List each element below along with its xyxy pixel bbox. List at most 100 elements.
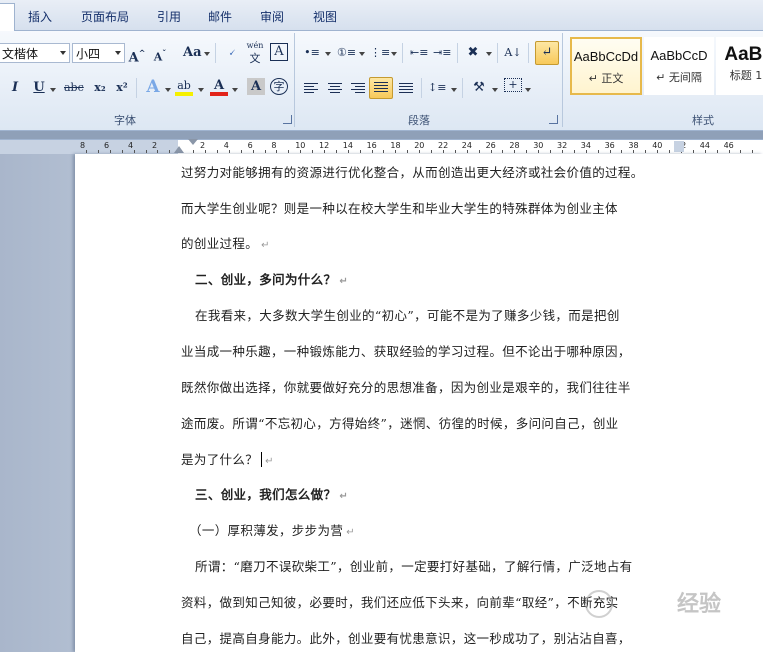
right-indent-icon[interactable]	[674, 141, 684, 152]
style-heading-1[interactable]: AaBl 标题 1	[716, 37, 763, 95]
hanging-indent-icon[interactable]	[174, 146, 184, 153]
chevron-down-icon[interactable]	[525, 88, 531, 92]
enclose-char-button[interactable]: 字	[270, 78, 288, 95]
text-effect-button[interactable]: A	[144, 77, 162, 97]
chevron-down-icon[interactable]	[198, 88, 204, 92]
align-right-button[interactable]	[351, 83, 365, 95]
strikethrough-button[interactable]: abc	[64, 78, 84, 98]
subscript-button[interactable]: x₂	[91, 78, 109, 98]
text-line[interactable]: 是为了什么？ ↵	[181, 449, 274, 468]
chevron-down-icon[interactable]	[486, 52, 492, 56]
chevron-down-icon[interactable]	[115, 51, 121, 55]
divider	[215, 43, 216, 63]
char-border-button[interactable]: A	[270, 43, 288, 61]
first-line-indent-icon[interactable]	[188, 139, 198, 145]
phonetic-guide-button[interactable]: wén 文	[246, 39, 264, 65]
horizontal-ruler[interactable]: 8 6 4 2 2 4 6 8 10 12 14 16 18 20 22 24 26 28 30 32 34 36 38 40…	[0, 139, 763, 155]
subscript-icon: x₂	[94, 81, 106, 94]
ruler-tick	[479, 150, 480, 153]
tab-review[interactable]: 审阅	[260, 8, 284, 25]
char-shading-button[interactable]: A	[247, 78, 265, 95]
align-left-button[interactable]	[304, 83, 318, 95]
ruler-tick	[657, 150, 658, 153]
italic-button[interactable]: I	[6, 78, 24, 98]
tab-insert[interactable]: 插入	[28, 8, 52, 25]
grow-font-icon: A	[128, 50, 139, 66]
ruler-number: 10	[295, 141, 306, 150]
ruler-tick	[122, 150, 123, 153]
decrease-indent-button[interactable]: ⇤≡	[410, 43, 428, 63]
numbering-button[interactable]: ①≡	[337, 43, 356, 63]
style-normal[interactable]: AaBbCcDd ↵ 正文	[570, 37, 642, 95]
tab-references[interactable]: 引用	[157, 8, 181, 25]
ruler-tick	[407, 150, 408, 153]
align-center-button[interactable]	[328, 83, 342, 95]
borders-button[interactable]: +	[504, 78, 522, 92]
bullets-button[interactable]: •≡	[303, 43, 321, 63]
line-spacing-button[interactable]: ↕≡	[428, 78, 446, 98]
shrink-font-button[interactable]: Aˇ	[151, 43, 169, 64]
font-name-combo[interactable]: 文楷体	[0, 43, 70, 63]
text-line[interactable]: 所谓：“磨刀不误砍柴工”，创业前，一定要打好基础，了解行情，广泛地占有	[195, 556, 636, 575]
style-no-spacing[interactable]: AaBbCcD ↵ 无间隔	[644, 37, 714, 95]
paragraph-dialog-launcher-icon[interactable]	[549, 115, 558, 124]
clear-format-button[interactable]: 🗸	[223, 43, 241, 63]
font-dialog-launcher-icon[interactable]	[283, 115, 292, 124]
asian-layout-button[interactable]: ✖	[464, 43, 482, 63]
show-marks-button[interactable]: ↵	[535, 41, 559, 65]
increase-indent-button[interactable]: ⇥≡	[433, 43, 451, 63]
tab-page-layout[interactable]: 页面布局	[81, 8, 129, 25]
ruler-tick	[265, 150, 266, 153]
chevron-down-icon[interactable]	[204, 52, 210, 56]
ruler-number: 30	[533, 141, 544, 150]
underline-button[interactable]: U	[30, 78, 48, 98]
grow-font-button[interactable]: A^	[128, 43, 146, 66]
text-line[interactable]: 自己，提高自身能力。此外，创业要有忧患意识，这一秒成功了，别沾沾自喜，	[181, 628, 634, 647]
chevron-down-icon[interactable]	[359, 52, 365, 56]
multilevel-list-button[interactable]: ⋮≡	[370, 43, 390, 63]
ruler-tick	[443, 150, 444, 153]
text-line[interactable]: 途而废。所谓“不忘初心，方得始终”，迷惘、彷徨的时候，多问问自己，创业	[181, 413, 622, 432]
divider	[497, 43, 498, 63]
justify-button[interactable]	[369, 77, 393, 99]
text-line[interactable]: 业当成一种乐趣，一种锻炼能力、获取经验的学习过程。但不论出于哪种原因，	[181, 341, 634, 360]
text-line[interactable]: 在我看来，大多数大学生创业的“初心”，可能不是为了赚多少钱，而是把创	[195, 305, 623, 324]
section-heading[interactable]: 二、创业，多问为什么？ ↵	[195, 269, 348, 288]
ruler-tick	[621, 150, 622, 153]
chevron-down-icon[interactable]	[60, 51, 66, 55]
chevron-down-icon[interactable]	[165, 88, 171, 92]
highlight-button[interactable]: ab	[175, 78, 193, 96]
strikethrough-icon: abc	[64, 81, 84, 94]
change-case-button[interactable]: Aa	[183, 43, 202, 63]
section-heading[interactable]: 三、创业，我们怎么做？ ↵	[195, 484, 348, 503]
ruler-number: 16	[366, 141, 377, 150]
ruler-tick	[502, 150, 503, 153]
tab-mailings[interactable]: 邮件	[208, 8, 232, 25]
chevron-down-icon[interactable]	[325, 52, 331, 56]
document-page[interactable]: 过努力对能够拥有的资源进行优化整合，从而创造出更大经济或社会价值的过程。 而大学生…	[75, 154, 763, 652]
ruler-tick	[253, 150, 254, 153]
chevron-down-icon[interactable]	[232, 88, 238, 92]
chevron-down-icon[interactable]	[391, 52, 397, 56]
ruler-number: 6	[104, 141, 110, 150]
text-line[interactable]: 过努力对能够拥有的资源进行优化整合，从而创造出更大经济或社会价值的过程。	[181, 162, 647, 181]
distribute-button[interactable]	[399, 83, 413, 95]
change-case-icon: Aa	[183, 45, 202, 60]
ruler-tick	[300, 150, 301, 153]
text-line[interactable]: （一）厚积薄发，步步为营 ↵	[189, 520, 355, 539]
text-line[interactable]: 的创业过程。 ↵	[181, 233, 270, 252]
chevron-down-icon[interactable]	[50, 88, 56, 92]
superscript-button[interactable]: x²	[113, 78, 131, 98]
tab-home[interactable]	[0, 3, 15, 32]
tab-view[interactable]: 视图	[313, 8, 337, 25]
sort-button[interactable]: A↓	[504, 43, 522, 63]
font-color-button[interactable]: A	[210, 77, 228, 96]
shading-button[interactable]: ⚒	[470, 78, 488, 98]
text-line[interactable]: 既然你做出选择，你就要做好充分的思想准备，因为创业是艰辛的，我们往往半	[181, 377, 634, 396]
chevron-down-icon[interactable]	[492, 88, 498, 92]
text-line[interactable]: 而大学生创业呢？则是一种以在校大学生和毕业大学生的特殊群体为创业主体	[181, 198, 621, 217]
text-line[interactable]: 资料，做到知己知彼，必要时，我们还应低下头来，向前辈“取经”，不断充实	[181, 592, 622, 611]
font-size-combo[interactable]: 小四	[72, 43, 125, 63]
chevron-down-icon[interactable]	[451, 88, 457, 92]
phonetic-icon: 文	[249, 52, 261, 65]
